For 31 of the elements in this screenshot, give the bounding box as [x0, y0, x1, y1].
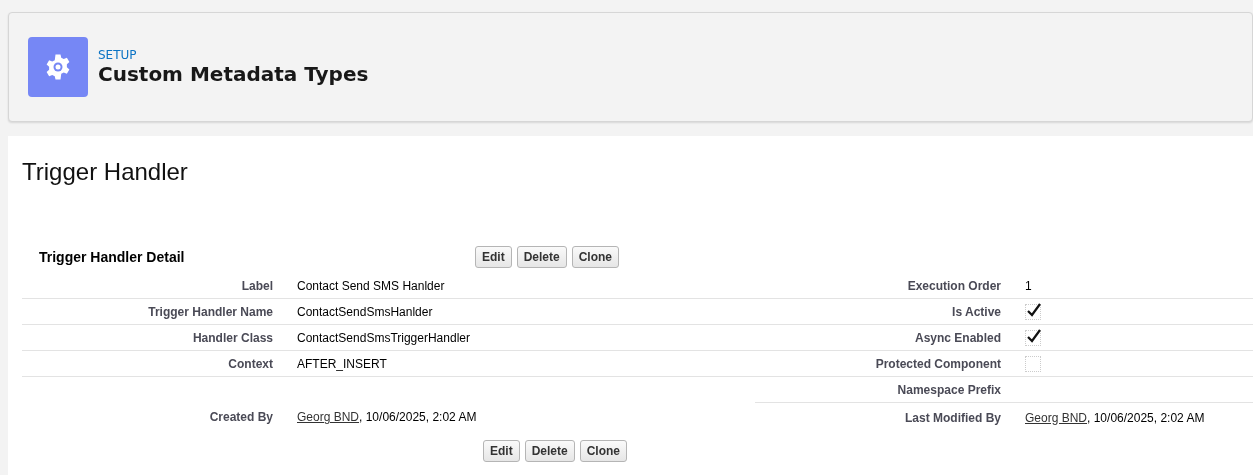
field-label: Protected Component: [875, 356, 1001, 371]
user-link[interactable]: Georg BND: [297, 410, 360, 425]
section-title: Trigger Handler Detail: [39, 249, 186, 265]
timestamp: , 10/06/2025, 2:02 AM: [359, 410, 477, 425]
timestamp: , 10/06/2025, 2:02 AM: [1087, 410, 1205, 425]
field-label: Handler Class: [192, 330, 273, 345]
field-value: Contact Send SMS Hanlder: [297, 278, 445, 293]
toolbar-button[interactable]: Clone: [571, 246, 620, 268]
toolbar-button[interactable]: Edit: [483, 440, 520, 462]
field-value: AFTER_INSERT: [297, 356, 387, 371]
field-value: ContactSendSmsHanlder: [297, 304, 433, 319]
breadcrumb-link[interactable]: SETUP: [98, 48, 369, 62]
field-label: Is Active: [952, 304, 1001, 319]
gear-icon: [28, 37, 88, 97]
field-label: Context: [228, 356, 273, 371]
field-label: Async Enabled: [914, 330, 1001, 345]
field-value: 1: [1025, 278, 1032, 293]
record-title: Trigger Handler: [22, 157, 189, 187]
field-label: Created By: [209, 410, 273, 425]
field-label: Namespace Prefix: [897, 382, 1001, 397]
page-header-title: Custom Metadata Types: [98, 62, 369, 86]
field-label: Label: [241, 278, 273, 293]
field-label: Trigger Handler Name: [148, 304, 273, 319]
toolbar-button[interactable]: Delete: [516, 246, 567, 268]
field-label: Execution Order: [907, 278, 1001, 293]
field-label: Last Modified By: [905, 410, 1001, 425]
toolbar-button[interactable]: Delete: [524, 440, 575, 462]
user-link[interactable]: Georg BND: [1025, 410, 1088, 425]
toolbar-button[interactable]: Clone: [579, 440, 628, 462]
field-value: ContactSendSmsTriggerHandler: [297, 330, 470, 345]
toolbar-button[interactable]: Edit: [475, 246, 512, 268]
